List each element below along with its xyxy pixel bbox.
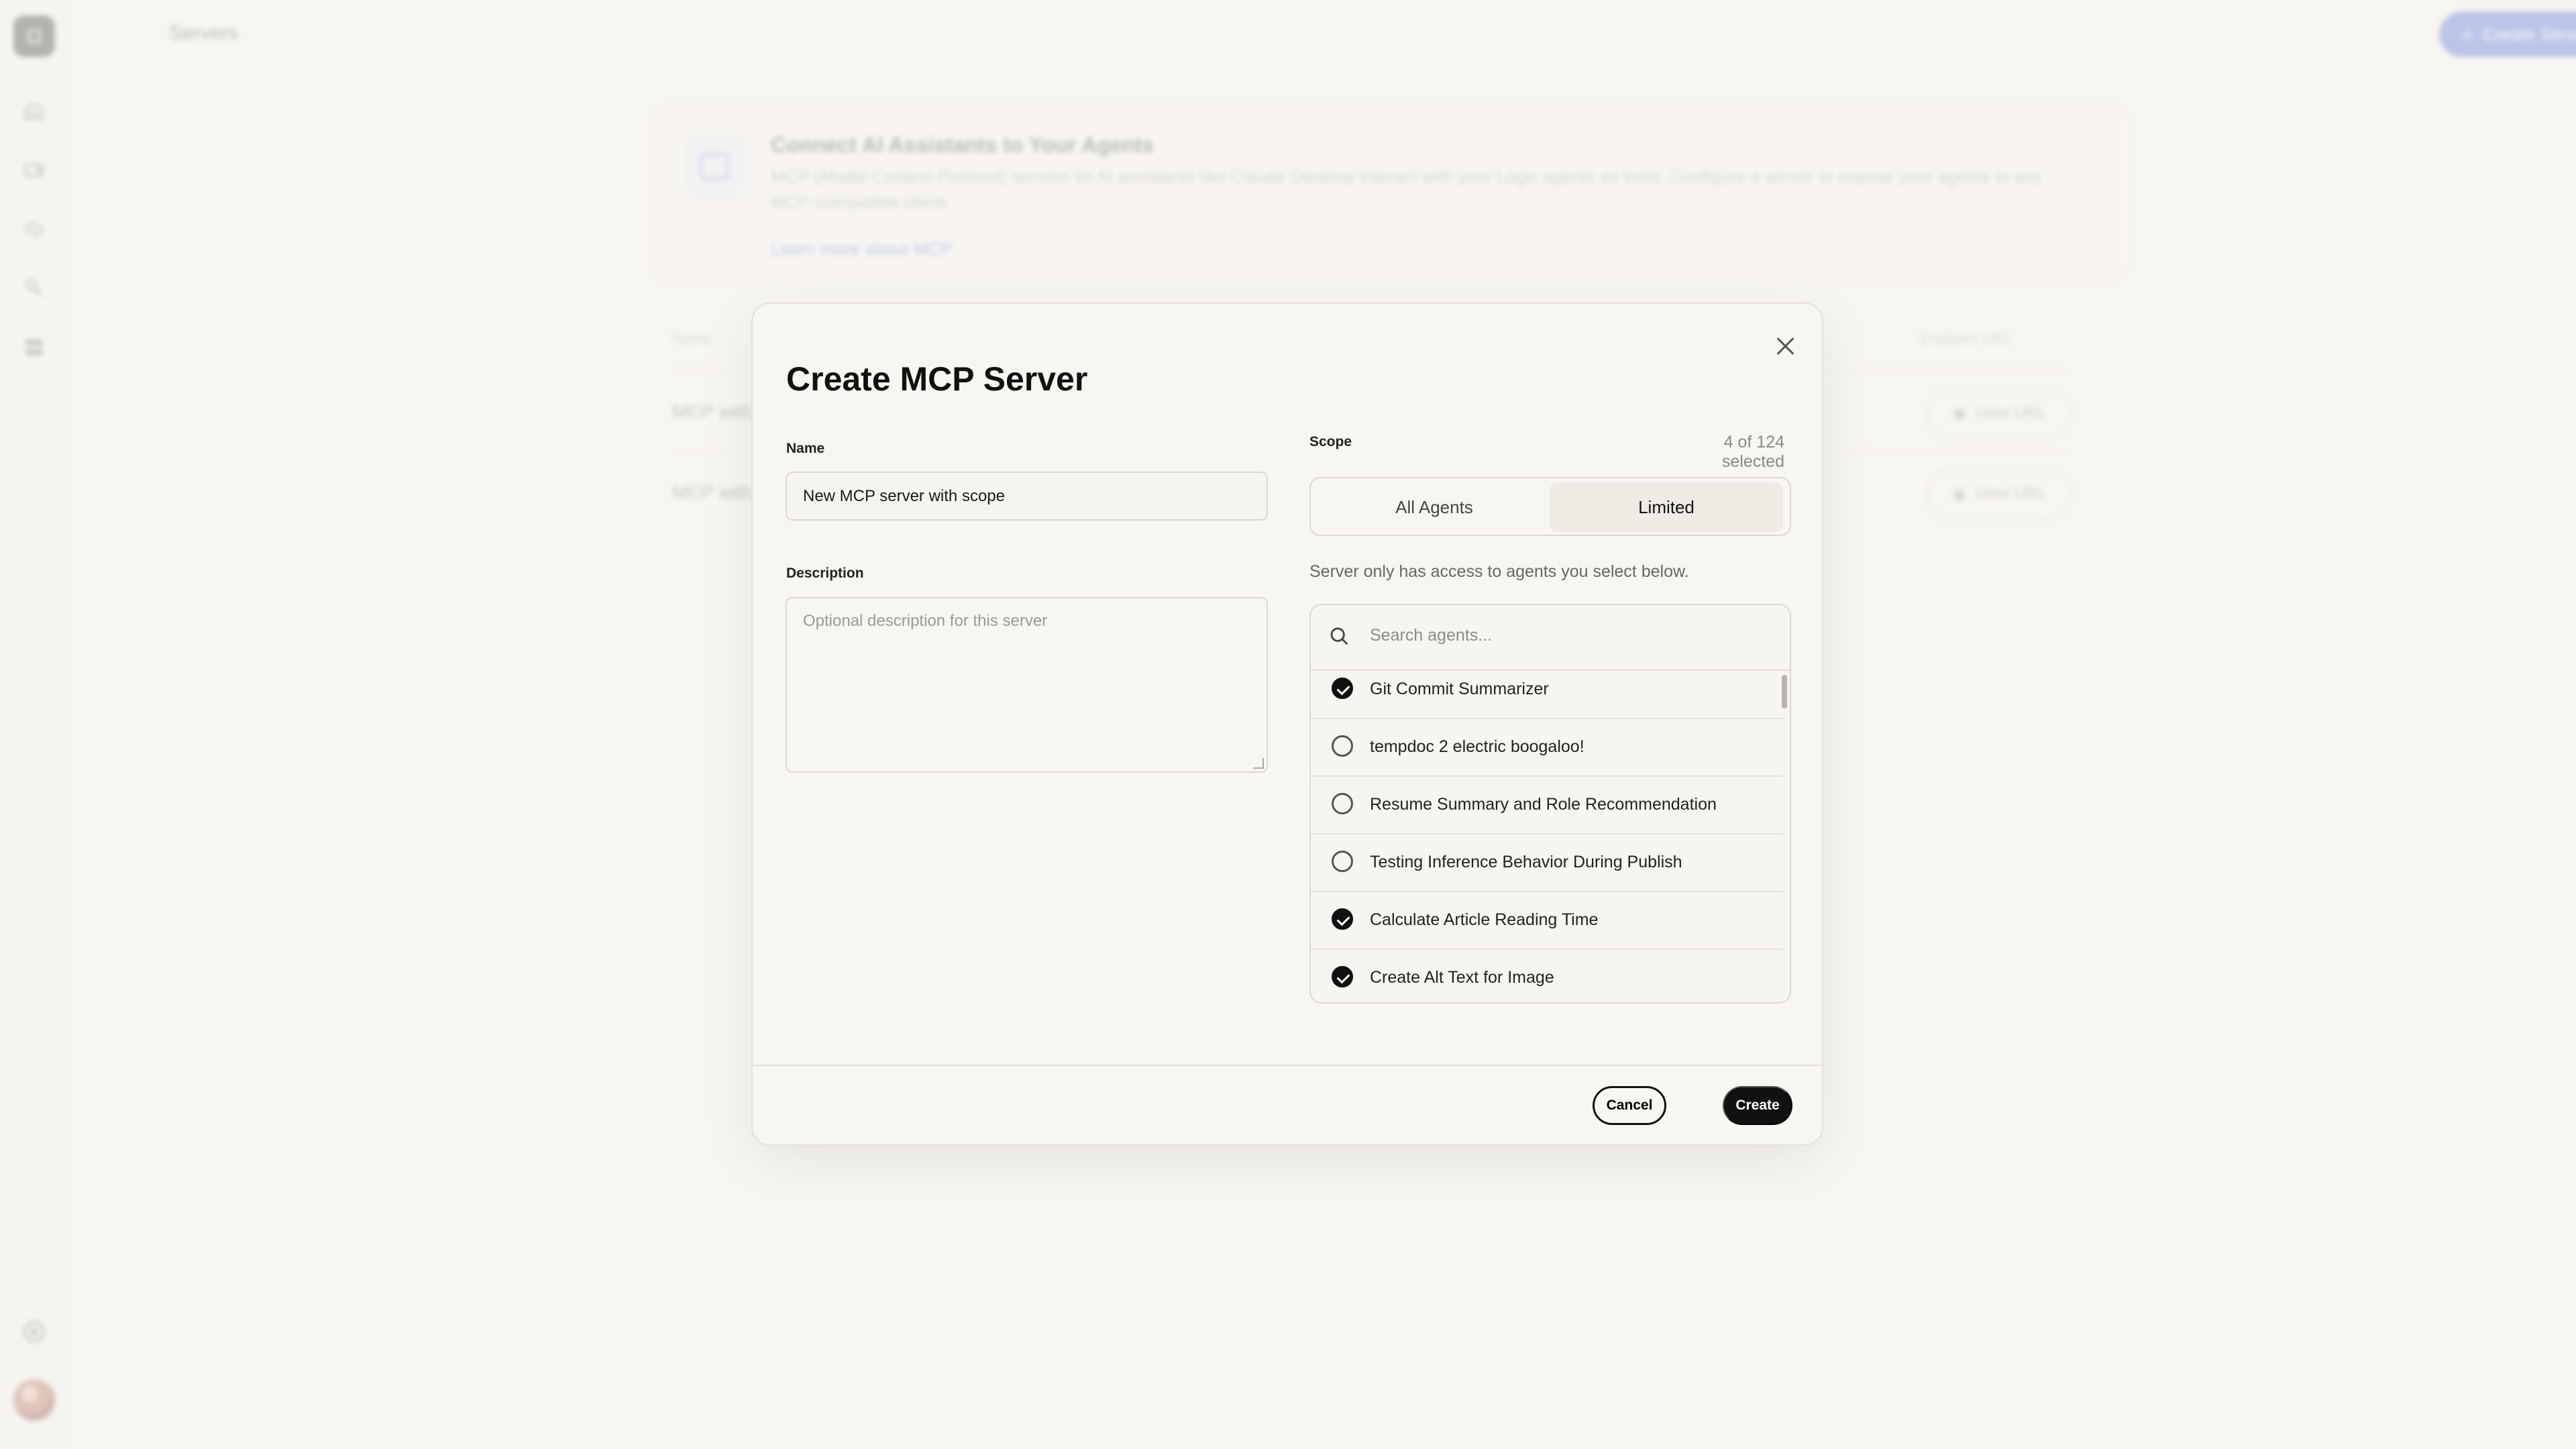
cancel-button[interactable]: Cancel xyxy=(1593,1086,1666,1125)
name-label: Name xyxy=(786,441,825,456)
search-icon xyxy=(1330,627,1348,645)
checked-circle-icon[interactable] xyxy=(1332,966,1353,987)
resize-handle-icon[interactable] xyxy=(1253,758,1264,769)
agent-list-scrollbar[interactable] xyxy=(1782,675,1787,708)
description-field[interactable]: Optional description for this server xyxy=(786,597,1268,773)
name-field[interactable]: New MCP server with scope xyxy=(786,472,1268,521)
agent-list-item[interactable]: Calculate Article Reading Time xyxy=(1311,891,1783,950)
agent-list-item[interactable]: Resume Summary and Role Recommendation xyxy=(1311,775,1783,835)
scope-helper-text: Server only has access to agents you sel… xyxy=(1309,562,1689,581)
agent-list-item[interactable]: Git Commit Summarizer xyxy=(1311,660,1783,719)
scope-label: Scope xyxy=(1309,434,1352,449)
create-mcp-server-dialog: Create MCP Server Name New MCP server wi… xyxy=(751,303,1823,1146)
checked-circle-icon[interactable] xyxy=(1332,678,1353,699)
description-placeholder: Optional description for this server xyxy=(803,612,1048,630)
close-icon[interactable] xyxy=(1771,332,1799,360)
agent-list-item[interactable]: Create Alt Text for Image xyxy=(1311,949,1783,1002)
create-button[interactable]: Create xyxy=(1723,1086,1792,1125)
dialog-footer-divider xyxy=(753,1065,1822,1066)
empty-circle-icon[interactable] xyxy=(1332,735,1353,757)
empty-circle-icon[interactable] xyxy=(1332,851,1353,872)
agent-selection-list: Search agents... Git Commit Summarizer t… xyxy=(1309,604,1791,1004)
agent-search-placeholder: Search agents... xyxy=(1370,626,1493,645)
agent-list-item[interactable]: tempdoc 2 electric boogaloo! xyxy=(1311,718,1783,777)
dialog-title: Create MCP Server xyxy=(786,360,1088,398)
empty-circle-icon[interactable] xyxy=(1332,793,1353,814)
scope-selector: All Agents Limited xyxy=(1309,477,1791,536)
selected-count: 4 of 124 selected xyxy=(1721,433,1784,471)
agent-list-item[interactable]: Testing Inference Behavior During Publis… xyxy=(1311,833,1783,892)
description-label: Description xyxy=(786,566,864,581)
scope-all-agents-option[interactable]: All Agents xyxy=(1318,482,1551,532)
scope-limited-option[interactable]: Limited xyxy=(1550,482,1783,532)
checked-circle-icon[interactable] xyxy=(1332,908,1353,930)
